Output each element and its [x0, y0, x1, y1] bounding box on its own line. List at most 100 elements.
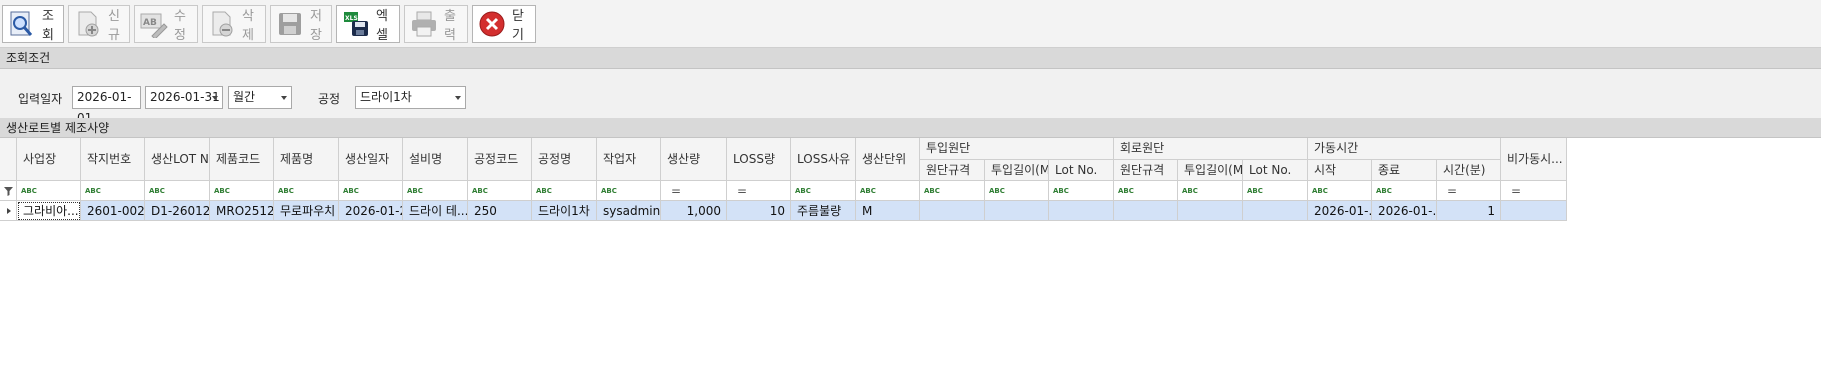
column-header-product-name[interactable]: 제품명	[274, 138, 339, 181]
column-header-non-operating[interactable]: 비가동시...	[1501, 138, 1567, 181]
grid-section-title: 생산로트별 제조사양	[0, 118, 1821, 138]
data-grid: 투입원단 회로원단 가동시간 사업장 ABC 그라비아... 작지번호 ABC 2601-002…	[0, 138, 1821, 374]
edit-button[interactable]: AB 수 정	[134, 4, 198, 43]
filter-cell-ret-spec[interactable]: ABC	[1114, 181, 1178, 201]
cell-prod-date[interactable]: 2026-01-28	[339, 201, 403, 221]
cell-equipment[interactable]: 드라이 테...	[403, 201, 468, 221]
text-filter-icon: ABC	[795, 187, 811, 195]
column-header-qty[interactable]: 생산량	[661, 138, 727, 181]
filter-cell-process-code[interactable]: ABC	[468, 181, 532, 201]
column-header-ret-lot[interactable]: Lot No.	[1243, 160, 1308, 181]
filter-cell-non-operating[interactable]: =	[1501, 181, 1567, 201]
text-filter-icon: ABC	[85, 187, 101, 195]
column-header-loss-reason[interactable]: LOSS사유	[791, 138, 856, 181]
column-header-equipment[interactable]: 설비명	[403, 138, 468, 181]
column-header-in-lot[interactable]: Lot No.	[1049, 160, 1114, 181]
chevron-down-icon	[281, 96, 287, 100]
cell-lot-no[interactable]: D1-26012...	[145, 201, 210, 221]
filter-cell-start[interactable]: ABC	[1308, 181, 1372, 201]
cell-in-lot[interactable]	[1049, 201, 1114, 221]
filter-cell-in-length[interactable]: ABC	[985, 181, 1049, 201]
column-header-site[interactable]: 사업장	[17, 138, 81, 181]
filter-cell-ret-length[interactable]: ABC	[1178, 181, 1243, 201]
new-button[interactable]: 신 규	[68, 4, 130, 43]
close-button[interactable]: 닫 기	[472, 4, 536, 43]
column-header-prod-date[interactable]: 생산일자	[339, 138, 403, 181]
cell-loss-reason[interactable]: 주름불량	[791, 201, 856, 221]
cell-end[interactable]: 2026-01-...	[1372, 201, 1437, 221]
cell-work-no[interactable]: 2601-002	[81, 201, 145, 221]
svg-text:AB: AB	[143, 18, 157, 28]
cell-ret-length[interactable]	[1178, 201, 1243, 221]
filter-cell-end[interactable]: ABC	[1372, 181, 1437, 201]
filter-cell-equipment[interactable]: ABC	[403, 181, 468, 201]
filter-cell-work-no[interactable]: ABC	[81, 181, 145, 201]
filter-cell-worker[interactable]: ABC	[597, 181, 661, 201]
filter-cell-prod-date[interactable]: ABC	[339, 181, 403, 201]
filter-cell-minutes[interactable]: =	[1437, 181, 1501, 201]
filter-cell-loss-reason[interactable]: ABC	[791, 181, 856, 201]
cell-minutes[interactable]: 1	[1437, 201, 1501, 221]
filter-cell-lot-no[interactable]: ABC	[145, 181, 210, 201]
column-header-ret-length[interactable]: 투입길이(M)	[1178, 160, 1243, 181]
delete-button[interactable]: 삭 제	[202, 4, 266, 43]
cell-start[interactable]: 2026-01-...	[1308, 201, 1372, 221]
filter-cell-qty[interactable]: =	[661, 181, 727, 201]
filter-cell-in-lot[interactable]: ABC	[1049, 181, 1114, 201]
filter-cell-product-name[interactable]: ABC	[274, 181, 339, 201]
save-icon	[276, 10, 304, 38]
filter-cell-ret-lot[interactable]: ABC	[1243, 181, 1308, 201]
cell-unit[interactable]: M	[856, 201, 920, 221]
column-header-loss-qty[interactable]: LOSS량	[727, 138, 791, 181]
column-header-minutes[interactable]: 시간(분)	[1437, 160, 1501, 181]
excel-export-icon: XLS	[342, 10, 370, 38]
date-from-field[interactable]: 2026-01-01	[72, 86, 141, 125]
period-value: 월간	[233, 90, 256, 104]
period-select[interactable]: 월간	[228, 86, 292, 109]
text-filter-icon: ABC	[536, 187, 552, 195]
cell-in-spec[interactable]	[920, 201, 985, 221]
cell-ret-spec[interactable]	[1114, 201, 1178, 221]
column-header-process-code[interactable]: 공정코드	[468, 138, 532, 181]
filter-cell-site[interactable]: ABC	[17, 181, 81, 201]
print-button[interactable]: 출 력	[404, 4, 468, 43]
cell-site[interactable]: 그라비아...	[17, 201, 81, 221]
column-header-process-name[interactable]: 공정명	[532, 138, 597, 181]
cell-in-length[interactable]	[985, 201, 1049, 221]
cell-qty[interactable]: 1,000	[661, 201, 727, 221]
cell-product-name[interactable]: 무로파우치	[274, 201, 339, 221]
filter-cell-product-code[interactable]: ABC	[210, 181, 274, 201]
cell-process-name[interactable]: 드라이1차	[532, 201, 597, 221]
row-indicator[interactable]	[0, 201, 17, 221]
column-header-work-no[interactable]: 작지번호	[81, 138, 145, 181]
column-header-ret-spec[interactable]: 원단규격	[1114, 160, 1178, 181]
cell-process-code[interactable]: 250	[468, 201, 532, 221]
process-select[interactable]: 드라이1차	[355, 86, 466, 109]
close-icon	[478, 10, 506, 38]
new-document-icon	[74, 10, 102, 38]
column-header-worker[interactable]: 작업자	[597, 138, 661, 181]
search-button[interactable]: 조 회	[2, 4, 64, 43]
column-header-product-code[interactable]: 제품코드	[210, 138, 274, 181]
cell-product-code[interactable]: MRO2512...	[210, 201, 274, 221]
column-header-in-spec[interactable]: 원단규격	[920, 160, 985, 181]
column-header-end[interactable]: 종료	[1372, 160, 1437, 181]
filter-cell-process-name[interactable]: ABC	[532, 181, 597, 201]
cell-worker[interactable]: sysadmin	[597, 201, 661, 221]
column-header-lot-no[interactable]: 생산LOT NO	[145, 138, 210, 181]
column-header-start[interactable]: 시작	[1308, 160, 1372, 181]
filter-cell-in-spec[interactable]: ABC	[920, 181, 985, 201]
filter-row-icon[interactable]	[0, 181, 17, 201]
cell-non-operating[interactable]	[1501, 201, 1567, 221]
save-button[interactable]: 저 장	[270, 4, 332, 43]
cell-loss-qty[interactable]: 10	[727, 201, 791, 221]
date-to-field[interactable]: 2026-01-31	[145, 86, 223, 109]
filter-cell-loss-qty[interactable]: =	[727, 181, 791, 201]
cell-ret-lot[interactable]	[1243, 201, 1308, 221]
column-header-in-length[interactable]: 투입길이(M)	[985, 160, 1049, 181]
column-header-unit[interactable]: 생산단위	[856, 138, 920, 181]
delete-icon	[208, 10, 236, 38]
filter-cell-unit[interactable]: ABC	[856, 181, 920, 201]
text-filter-icon: ABC	[1312, 187, 1328, 195]
excel-button[interactable]: XLS 엑 셀	[336, 4, 400, 43]
